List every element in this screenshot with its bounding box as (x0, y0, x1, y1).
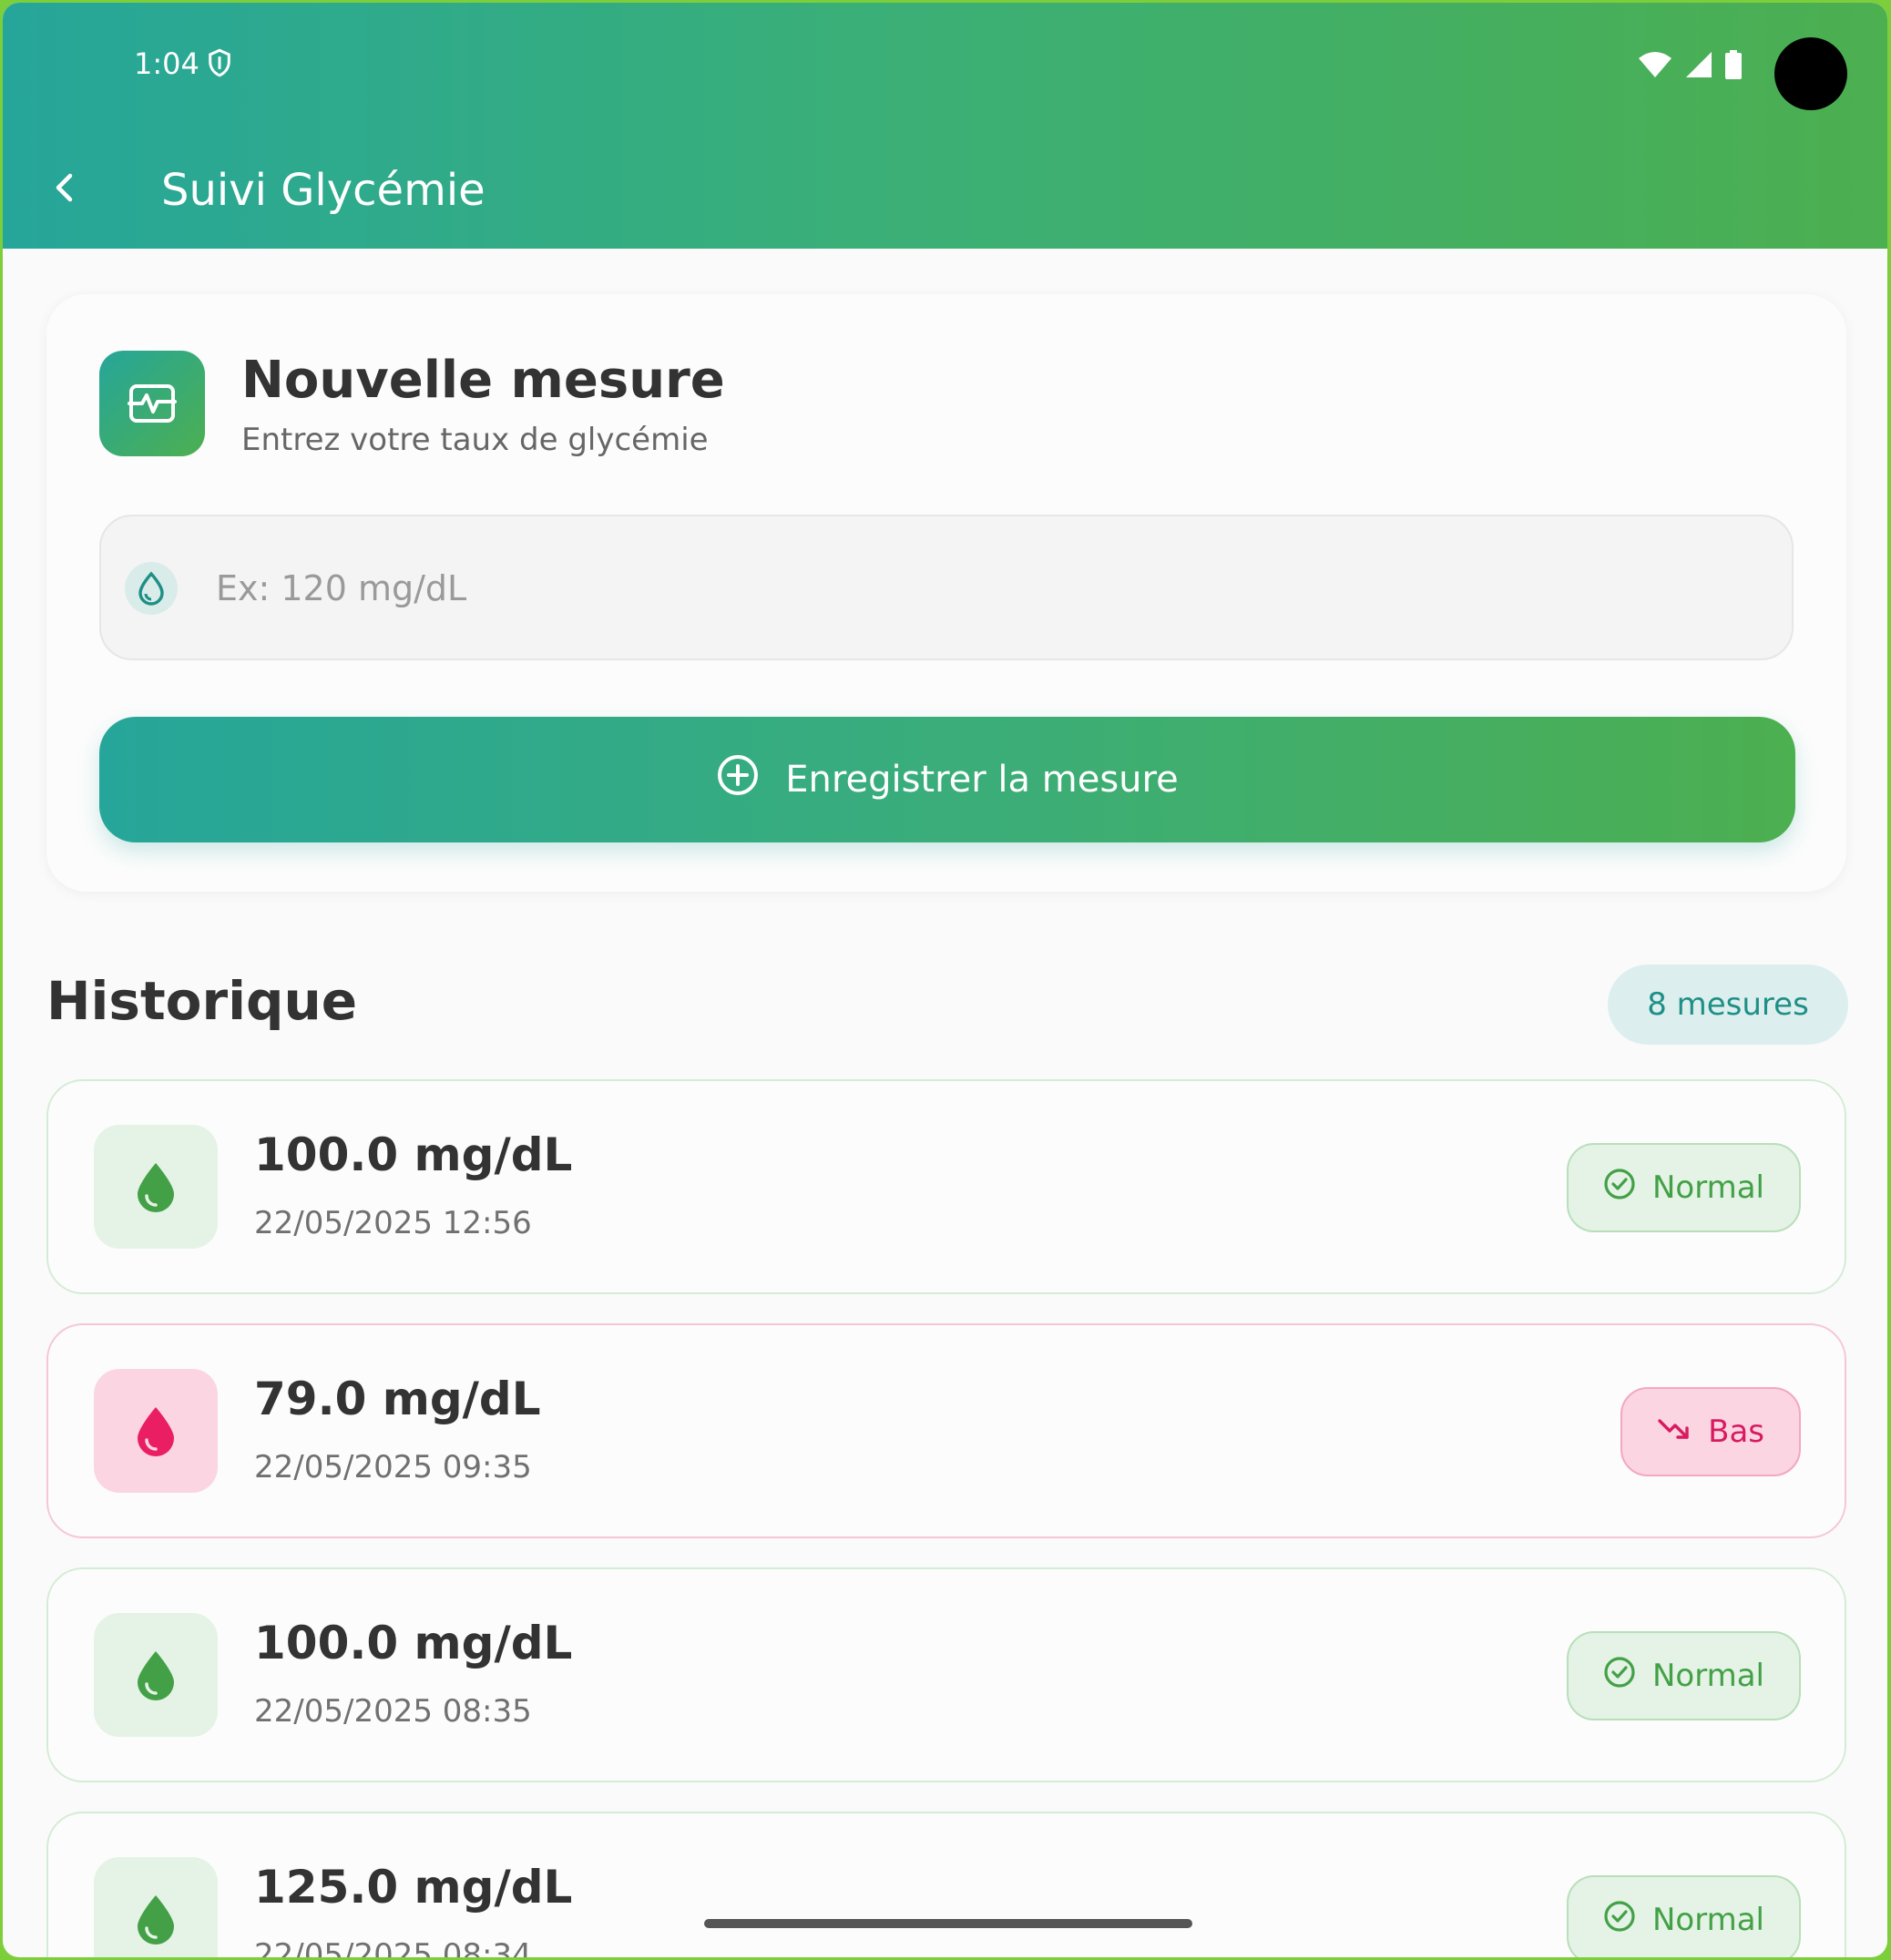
entry-date: 22/05/2025 08:35 (254, 1693, 532, 1730)
check-circle-outline-icon (1603, 1900, 1636, 1941)
app-screen: 1:04 Suivi Glycémie Nouvelle mesure Entr… (3, 3, 1887, 1957)
status-label: Normal (1651, 1658, 1764, 1694)
wifi-icon (1638, 51, 1672, 82)
check-circle-outline-icon (1603, 1168, 1636, 1209)
history-title: Historique (46, 970, 358, 1032)
page-title: Suivi Glycémie (161, 165, 486, 216)
shield-icon (207, 48, 232, 81)
status-badge: Normal (1566, 1875, 1801, 1957)
status-time: 1:04 (134, 46, 199, 81)
status-label: Normal (1651, 1902, 1764, 1938)
status-badge: Normal (1566, 1143, 1801, 1232)
history-entry[interactable]: 79.0 mg/dL 22/05/2025 09:35 Bas (46, 1323, 1846, 1538)
history-entry[interactable]: 125.0 mg/dL 22/05/2025 08:34 Normal (46, 1812, 1846, 1957)
water-drop-outline-icon (125, 562, 178, 615)
camera-cutout (1774, 37, 1847, 110)
signal-icon (1685, 51, 1712, 82)
entry-value: 125.0 mg/dL (254, 1861, 573, 1914)
entry-date: 22/05/2025 08:34 (254, 1937, 532, 1957)
entry-date: 22/05/2025 09:35 (254, 1449, 532, 1485)
add-circle-outline-icon (716, 753, 760, 806)
entry-value: 100.0 mg/dL (254, 1617, 573, 1669)
status-badge: Bas (1620, 1387, 1801, 1476)
entry-value: 100.0 mg/dL (254, 1128, 573, 1181)
app-bar: 1:04 Suivi Glycémie (3, 3, 1887, 249)
water-drop-icon (94, 1369, 218, 1493)
history-entry[interactable]: 100.0 mg/dL 22/05/2025 12:56 Normal (46, 1079, 1846, 1294)
trending-down-icon (1657, 1414, 1692, 1450)
entry-value: 79.0 mg/dL (254, 1373, 541, 1425)
new-measure-title: Nouvelle mesure (241, 351, 725, 410)
measure-count-badge: 8 mesures (1608, 965, 1848, 1045)
status-badge: Normal (1566, 1631, 1801, 1720)
battery-icon (1725, 50, 1742, 83)
save-measure-button[interactable]: Enregistrer la mesure (99, 717, 1795, 842)
water-drop-icon (94, 1857, 218, 1957)
water-drop-icon (94, 1125, 218, 1249)
new-measure-subtitle: Entrez votre taux de glycémie (241, 422, 709, 458)
status-label: Normal (1651, 1169, 1764, 1206)
water-drop-icon (94, 1613, 218, 1737)
status-label: Bas (1708, 1414, 1764, 1450)
back-arrow-icon[interactable] (45, 167, 87, 209)
glucose-input[interactable] (214, 553, 1766, 624)
glucose-input-field[interactable] (99, 515, 1794, 660)
check-circle-outline-icon (1603, 1656, 1636, 1697)
history-entry[interactable]: 100.0 mg/dL 22/05/2025 08:35 Normal (46, 1567, 1846, 1782)
save-measure-label: Enregistrer la mesure (785, 759, 1179, 801)
monitor-heart-icon (99, 351, 205, 456)
entry-date: 22/05/2025 12:56 (254, 1205, 532, 1241)
home-indicator[interactable] (704, 1919, 1192, 1928)
new-measure-card: Nouvelle mesure Entrez votre taux de gly… (46, 294, 1846, 892)
status-icons (1638, 50, 1742, 83)
